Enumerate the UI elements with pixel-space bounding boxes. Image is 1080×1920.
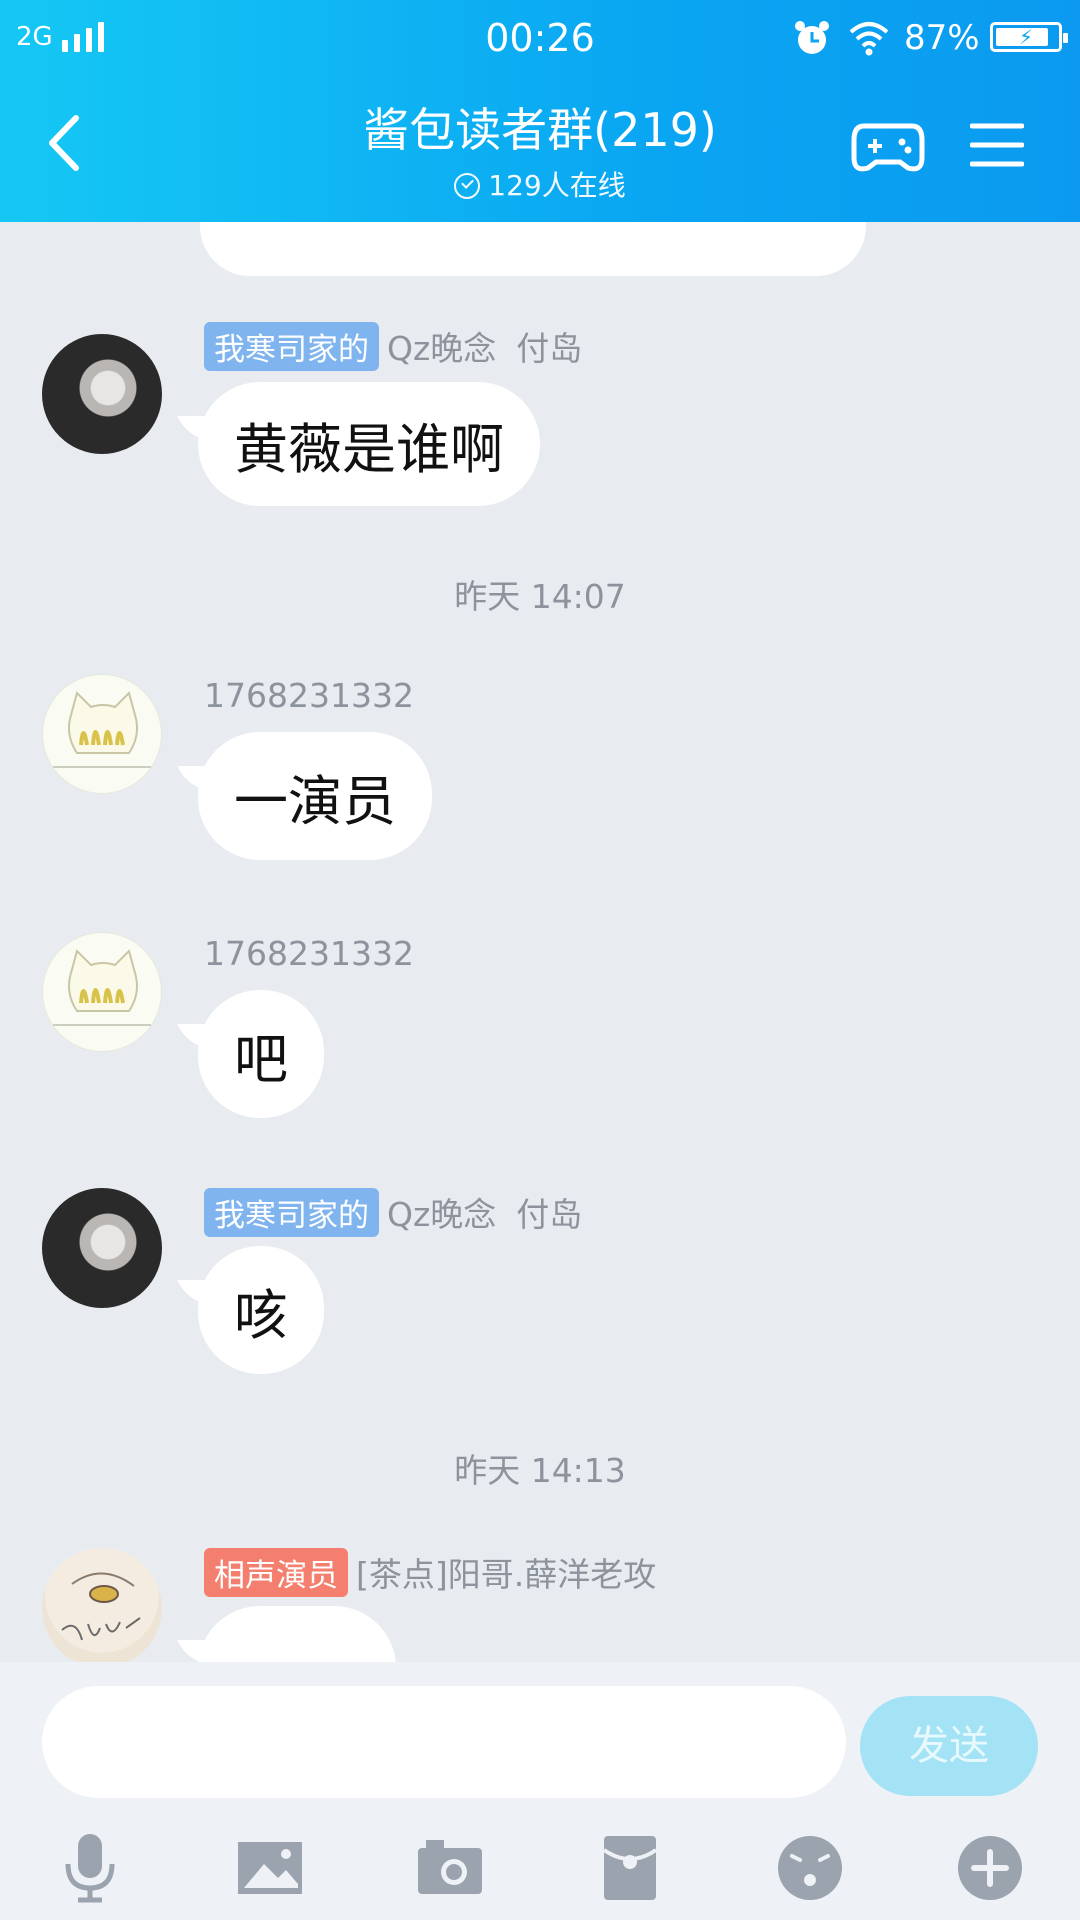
cat-avatar-icon — [53, 949, 153, 1026]
sender-name[interactable]: 1768231332 — [204, 934, 414, 973]
wifi-icon — [849, 22, 889, 56]
microphone-icon[interactable] — [54, 1832, 126, 1904]
cat-avatar-icon — [53, 691, 153, 768]
egypt-avatar-icon — [61, 1572, 141, 1641]
avatar[interactable] — [42, 674, 162, 794]
timestamp: 昨天 14:07 — [454, 577, 626, 616]
battery-percent: 87% — [904, 18, 980, 58]
menu-icon[interactable] — [970, 120, 1024, 170]
header: 2G 00:26 87% ⚡ 酱包读者群(219) 129人在线 — [0, 0, 1080, 222]
message-bubble[interactable]: 吧 — [198, 990, 324, 1118]
avatar[interactable] — [42, 334, 162, 454]
avatar[interactable] — [42, 1188, 162, 1308]
input-toolbar — [0, 1824, 1080, 1904]
red-packet-icon[interactable] — [594, 1832, 666, 1904]
alarm-icon — [795, 21, 829, 54]
gamepad-icon[interactable] — [850, 118, 926, 178]
message-bubble[interactable]: 咳 — [198, 1246, 324, 1374]
input-area: 发送 — [0, 1662, 1080, 1920]
battery-icon: ⚡ — [990, 22, 1068, 52]
member-title-tag: 我寒司家的 — [204, 322, 379, 371]
avatar[interactable] — [42, 1548, 162, 1662]
chevron-down-circle-icon — [454, 173, 481, 199]
sender-name[interactable]: 1768231332 — [204, 676, 414, 715]
sender-nickname-2: 付岛 — [516, 1195, 583, 1234]
sender-nickname: [茶点]阳哥.薛洋老攻 — [356, 1555, 657, 1594]
sender-nickname-2: 付岛 — [516, 329, 583, 368]
image-icon[interactable] — [234, 1832, 306, 1904]
message-bubble[interactable]: 黄薇是谁啊 — [198, 382, 540, 506]
avatar[interactable] — [42, 932, 162, 1052]
message-bubble[interactable] — [200, 222, 866, 276]
send-button[interactable]: 发送 — [860, 1696, 1038, 1796]
sender-name[interactable]: 相声演员 [茶点]阳哥.薛洋老攻 — [204, 1548, 656, 1597]
chat-area[interactable]: 我寒司家的 Qz晚念 付岛 黄薇是谁啊 昨天 14:07 1768231332 一演… — [0, 222, 1080, 1662]
status-bar: 2G 00:26 87% ⚡ — [0, 0, 1080, 78]
sender-nickname: Qz晚念 — [387, 329, 497, 368]
message-input[interactable] — [42, 1686, 846, 1798]
timestamp: 昨天 14:13 — [454, 1451, 626, 1490]
message-bubble[interactable]: 一演员 — [198, 732, 432, 860]
plus-icon[interactable] — [954, 1832, 1026, 1904]
charging-icon: ⚡ — [1018, 25, 1034, 49]
member-title-tag: 相声演员 — [204, 1548, 348, 1597]
message-bubble[interactable] — [198, 1606, 396, 1662]
sender-name[interactable]: 我寒司家的 Qz晚念 付岛 — [204, 1188, 582, 1237]
online-count-text: 129人在线 — [488, 169, 626, 202]
member-title-tag: 我寒司家的 — [204, 1188, 379, 1237]
sender-name[interactable]: 我寒司家的 Qz晚念 付岛 — [204, 322, 582, 371]
emoji-icon[interactable] — [774, 1832, 846, 1904]
sender-nickname: Qz晚念 — [387, 1195, 497, 1234]
camera-icon[interactable] — [414, 1832, 486, 1904]
